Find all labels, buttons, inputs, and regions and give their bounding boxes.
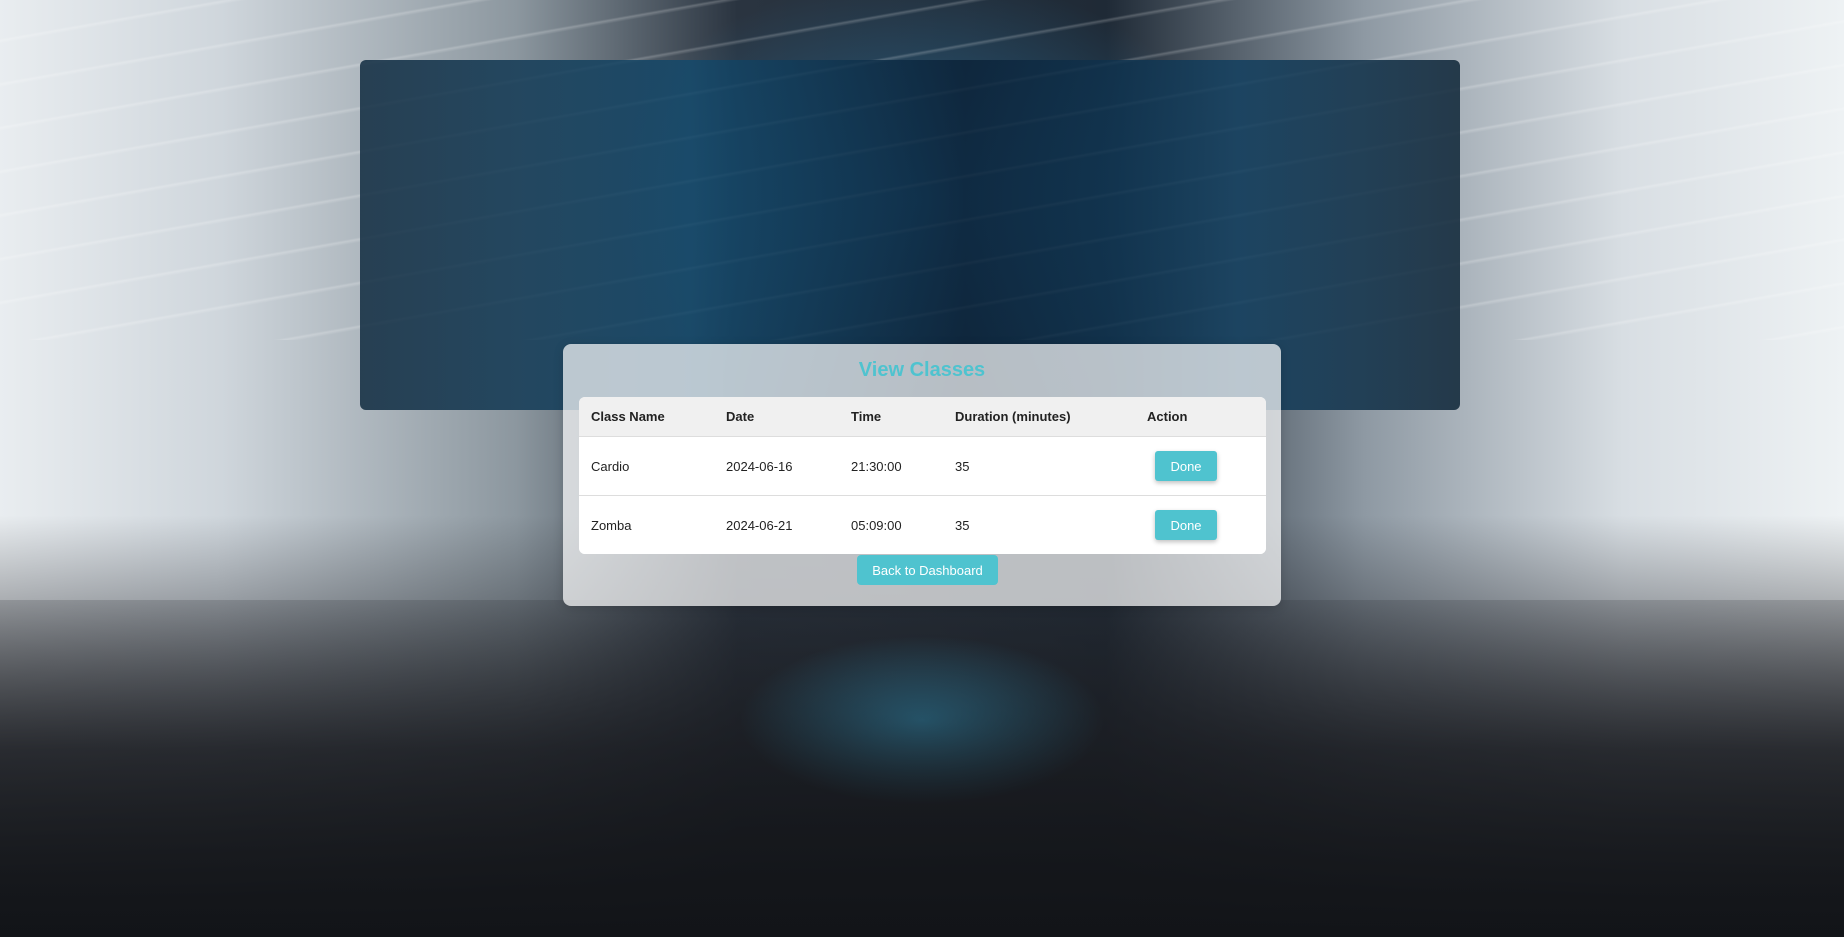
cell-time: 05:09:00: [839, 495, 943, 554]
cell-duration: 35: [943, 495, 1135, 554]
cell-action: Done: [1135, 436, 1266, 496]
view-classes-panel: View Classes Class Name Date Time Durati…: [563, 344, 1281, 606]
cell-time: 21:30:00: [839, 436, 943, 496]
cell-class-name: Cardio: [579, 436, 714, 496]
table-row: Cardio 2024-06-16 21:30:00 35 Done: [579, 436, 1266, 496]
cell-class-name: Zomba: [579, 495, 714, 554]
cell-date: 2024-06-21: [714, 495, 839, 554]
classes-table: Class Name Date Time Duration (minutes) …: [579, 397, 1266, 554]
header-action: Action: [1135, 397, 1266, 437]
header-class-name: Class Name: [579, 397, 714, 437]
cell-action: Done: [1135, 495, 1266, 554]
header-duration: Duration (minutes): [943, 397, 1135, 437]
done-button[interactable]: Done: [1155, 451, 1217, 481]
header-time: Time: [839, 397, 943, 437]
header-date: Date: [714, 397, 839, 437]
gym-floor: [0, 600, 1844, 937]
table-row: Zomba 2024-06-21 05:09:00 35 Done: [579, 495, 1266, 554]
table-header-row: Class Name Date Time Duration (minutes) …: [579, 397, 1266, 437]
done-button[interactable]: Done: [1155, 510, 1217, 540]
cell-date: 2024-06-16: [714, 436, 839, 496]
back-to-dashboard-button[interactable]: Back to Dashboard: [857, 555, 998, 585]
page-title: View Classes: [858, 359, 986, 381]
cell-duration: 35: [943, 436, 1135, 496]
